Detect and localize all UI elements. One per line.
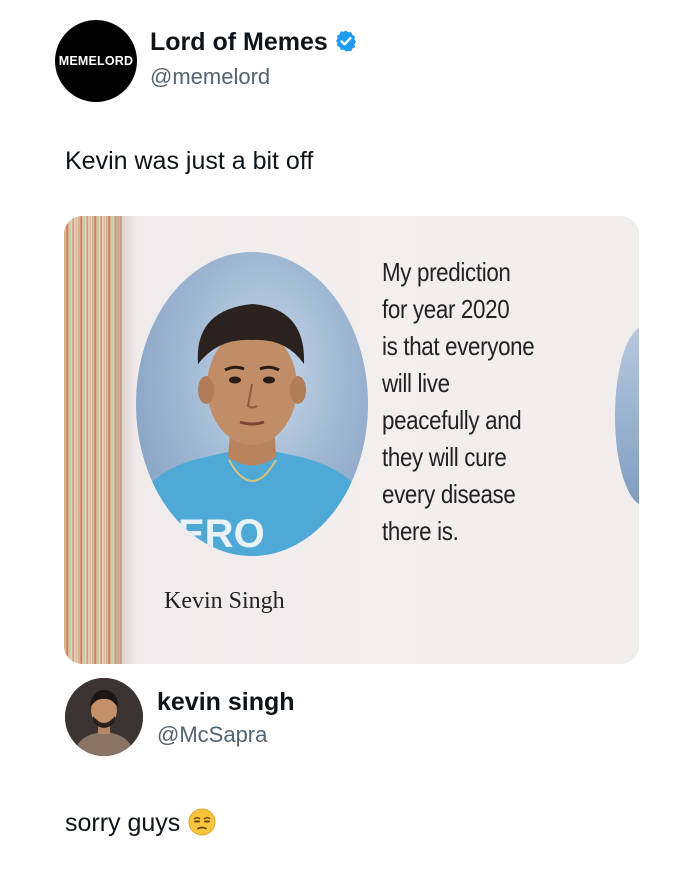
post-header: MEMELORD Lord of Memes @memelord <box>55 20 655 102</box>
reply-author-name[interactable]: kevin singh <box>157 688 295 717</box>
reply-text: sorry guys <box>65 808 216 843</box>
student-portrait: ERO <box>136 252 368 556</box>
verified-badge-icon <box>334 29 358 60</box>
shirt-print-text: ERO <box>178 512 265 556</box>
prediction-line: every disease <box>382 479 516 509</box>
book-page-edges <box>64 216 122 664</box>
post-text: Kevin was just a bit off <box>65 147 314 175</box>
reply-author-handle[interactable]: @McSapra <box>157 722 267 748</box>
prediction-line: My prediction <box>382 257 511 287</box>
reply-author-avatar[interactable] <box>65 678 143 756</box>
prediction-quote: My prediction for year 2020 is that ever… <box>382 254 567 550</box>
adjacent-portrait-edge <box>615 326 639 506</box>
prediction-line: for year 2020 <box>382 294 510 324</box>
author-name[interactable]: Lord of Memes <box>150 28 358 60</box>
author-handle[interactable]: @memelord <box>150 64 270 90</box>
prediction-line: they will cure <box>382 442 507 472</box>
post-image[interactable]: ERO Kevin Singh My prediction for year 2… <box>64 216 639 664</box>
portrait-caption: Kevin Singh <box>164 588 285 614</box>
author-name-text: Lord of Memes <box>150 28 328 56</box>
prediction-line: peacefully and <box>382 405 522 435</box>
unamused-face-emoji-icon <box>188 808 216 843</box>
page-gutter-shadow <box>116 216 136 664</box>
prediction-line: is that everyone <box>382 331 535 361</box>
prediction-line: there is. <box>382 516 459 546</box>
avatar-logo-text: MEMELORD <box>58 54 134 68</box>
reply-text-content: sorry guys <box>65 809 181 837</box>
author-avatar[interactable]: MEMELORD <box>55 20 137 102</box>
prediction-line: will live <box>382 368 450 398</box>
